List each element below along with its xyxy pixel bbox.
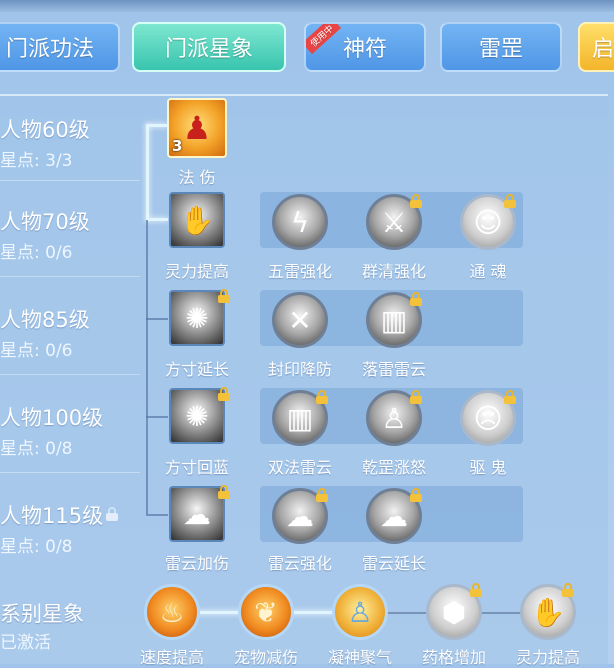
wulei-skill[interactable]: ϟ [272,194,328,250]
lock-icon [218,485,230,499]
skill-label: 群清强化 [361,262,426,281]
skill-label: 法 伤 [178,168,216,187]
swirl-icon: ✺ [185,301,209,335]
tier-points: 星点: 0/6 [0,341,73,361]
tree-connector [146,416,168,418]
lock-icon [504,390,516,404]
tier-points: 星点: 0/8 [0,439,73,459]
lingli-skill[interactable]: ✋ [169,192,225,248]
tab-more[interactable]: 启 [578,22,614,72]
lock-icon [470,583,482,597]
lock-icon [410,292,422,306]
lock-icon [562,583,574,597]
lock-icon [316,390,328,404]
skill-label: 雷云加伤 [164,554,229,573]
divider [0,472,140,473]
lock-icon [316,488,328,502]
skill-label: 灵力提高 [164,262,229,281]
series-pet-node[interactable]: ❦ [238,584,294,640]
tier-level: 人物100级 [0,406,104,430]
swirl-icon: ✺ [185,399,209,433]
tree-connector [146,318,168,320]
tab-label: 雷罡 [478,37,523,62]
tier-points: 星点: 0/8 [0,537,73,557]
skill-label: 封印降防 [267,360,332,379]
series-focus-node[interactable]: ♙ [332,584,388,640]
skill-label: 落雷雷云 [361,360,426,379]
series-speed-node[interactable]: ♨ [144,584,200,640]
top-banner [0,0,614,12]
skill-label: 驱 鬼 [469,458,507,477]
tier-points: 星点: 0/6 [0,243,73,263]
tier-level: 人物115级 [0,504,104,528]
skill-label: 雷云延长 [361,554,426,573]
lock-icon [218,289,230,303]
tab-sect-astrology[interactable]: 门派星象 [132,22,286,72]
tier-level: 人物85级 [0,308,90,332]
tab-label: 启 [592,37,614,62]
series-status: 已激活 [0,633,51,653]
tab-talisman[interactable]: 使用中 神符 [304,22,426,72]
meditate-icon: ♙ [347,595,373,629]
tab-label: 门派功法 [5,37,94,62]
fangcun-extend-skill[interactable]: ✺ [169,290,225,346]
series-label: 凝神聚气 [327,648,392,667]
tree-connector [146,514,168,516]
divider [0,180,140,181]
series-label: 灵力提高 [515,648,580,667]
tab-thunder[interactable]: 雷罡 [440,22,562,72]
divider [0,374,140,375]
skill-count: 3 [172,137,183,155]
active-connector [146,124,168,127]
skill-label: 通 魂 [469,262,507,281]
cloud-strike-icon: ☁ [183,497,211,531]
cross-blades-icon: ✕ [288,303,312,337]
tab-label: 神符 [342,37,387,62]
tier-level: 人物70级 [0,210,90,234]
tier-points: 星点: 3/3 [0,151,73,171]
fangcun-mana-skill[interactable]: ✺ [169,388,225,444]
pet-icon: ❦ [254,595,278,629]
series-label: 药格增加 [421,648,486,667]
lock-icon [410,194,422,208]
tree-connector [146,220,148,514]
skill-label: 方寸回蓝 [164,458,229,477]
tab-label: 门派星象 [164,37,253,62]
skill-label: 方寸延长 [164,360,229,379]
leiyun-damage-skill[interactable]: ☁ [169,486,225,542]
divider [0,276,140,277]
flame-icon: ♨ [159,595,185,629]
lock-icon [410,390,422,404]
lock-icon [504,194,516,208]
lock-icon [106,507,118,521]
skill-label: 五雷强化 [267,262,332,281]
lock-icon [410,488,422,502]
skill-label: 乾罡涨怒 [361,458,426,477]
fashang-skill[interactable]: ♟ 3 [167,98,227,158]
skill-label: 双法雷云 [267,458,332,477]
series-label: 宠物减伤 [233,648,298,667]
lightning-icon: ϟ [290,205,310,239]
tab-sect-skills[interactable]: 门派功法 [0,22,120,72]
hand-light-icon: ✋ [179,203,215,237]
tier-level: 人物60级 [0,118,90,142]
lock-icon [218,387,230,401]
series-title: 系别星象 [0,602,84,626]
series-label: 速度提高 [139,648,204,667]
in-use-ribbon: 使用中 [306,24,342,55]
active-connector [146,218,168,221]
active-connector [146,124,149,220]
skill-label: 雷云强化 [267,554,332,573]
fengyin-skill[interactable]: ✕ [272,292,328,348]
